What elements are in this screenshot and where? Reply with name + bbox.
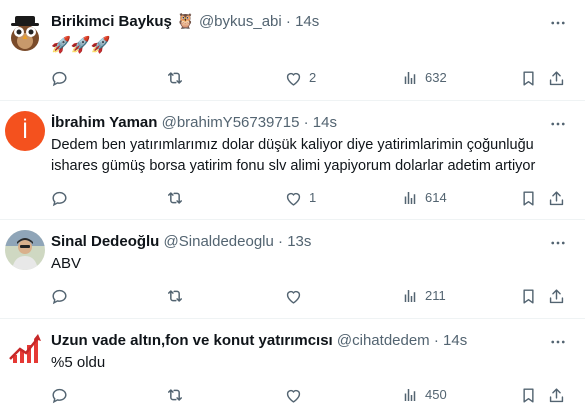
reply-icon [50,69,69,88]
views-icon [401,386,419,404]
owl-avatar[interactable] [5,12,45,52]
share-button[interactable] [547,384,566,406]
author-handle[interactable]: @Sinaldedeoglu [164,233,274,250]
bookmark-button[interactable] [519,384,538,406]
views-count: 211 [425,288,446,303]
tweet-text: %5 oldu [51,354,106,371]
bookmark-icon [519,189,538,208]
like-button[interactable] [284,285,309,307]
tweet-text: Dedem ben yatırımlarımız dolar düşük kal… [51,137,536,174]
like-icon [284,189,303,208]
more-icon[interactable] [548,114,568,134]
retweet-icon [165,188,185,208]
views-icon [401,189,419,207]
retweet-button[interactable] [165,187,185,209]
tweet[interactable]: Sinal Dedeoğlu @Sinaldedeoglu · 13s ABV … [0,220,585,318]
separator-dot: · [303,114,309,131]
share-icon [547,386,566,405]
author-name[interactable]: Birikimci Baykuş [51,13,172,30]
reply-icon [50,386,69,405]
photo-avatar[interactable] [5,230,45,270]
retweet-button[interactable] [165,384,185,406]
views-button[interactable]: 450 [401,384,447,406]
retweet-icon [165,286,185,306]
share-icon [547,287,566,306]
timestamp[interactable]: 13s [287,233,311,250]
reply-icon [50,287,69,306]
separator-dot: · [285,13,291,30]
tweet[interactable]: Birikimci Baykuş 🦉 @bykus_abi · 14s 🚀🚀🚀 … [0,0,585,100]
bookmark-icon [519,69,538,88]
reply-button[interactable] [50,187,69,209]
chart-avatar[interactable] [5,329,45,369]
bookmark-button[interactable] [519,187,538,209]
like-icon [284,69,303,88]
bookmark-icon [519,386,538,405]
like-button[interactable] [284,384,309,406]
tweet-text: 🚀🚀🚀 [51,37,111,54]
timestamp[interactable]: 14s [313,114,337,131]
retweet-icon [165,385,185,405]
reply-button[interactable] [50,67,69,89]
reply-button[interactable] [50,285,69,307]
like-count: 1 [309,190,317,205]
retweet-icon [165,68,185,88]
share-button[interactable] [547,67,566,89]
retweet-button[interactable] [165,67,185,89]
share-icon [547,189,566,208]
reply-button[interactable] [50,384,69,406]
tweet[interactable]: Uzun vade altın,fon ve konut yatırımcısı… [0,319,585,418]
share-button[interactable] [547,187,566,209]
author-handle[interactable]: @cihatdedem [337,332,430,349]
views-count: 632 [425,70,447,85]
tweet[interactable]: İ İbrahim Yaman @brahimY56739715 · 14s D… [0,101,585,219]
like-button[interactable]: 1 [284,187,316,209]
retweet-button[interactable] [165,285,185,307]
views-icon [401,287,419,305]
reply-icon [50,189,69,208]
author-name[interactable]: İbrahim Yaman [51,114,157,131]
owl-emoji: 🦉 [176,13,195,30]
timestamp[interactable]: 14s [443,332,467,349]
views-count: 614 [425,190,447,205]
separator-dot: · [433,332,439,349]
views-button[interactable]: 211 [401,285,446,307]
views-icon [401,69,419,87]
timestamp[interactable]: 14s [295,13,319,30]
views-count: 450 [425,387,447,402]
author-name[interactable]: Uzun vade altın,fon ve konut yatırımcısı [51,332,333,349]
like-button[interactable]: 2 [284,67,316,89]
bookmark-button[interactable] [519,285,538,307]
author-name[interactable]: Sinal Dedeoğlu [51,233,159,250]
avatar-letter: İ [21,118,29,143]
views-button[interactable]: 632 [401,67,447,89]
share-button[interactable] [547,285,566,307]
bookmark-icon [519,287,538,306]
share-icon [547,69,566,88]
more-icon[interactable] [548,233,568,253]
like-icon [284,386,303,405]
tweet-text: ABV [51,255,82,272]
like-icon [284,287,303,306]
views-button[interactable]: 614 [401,187,447,209]
bookmark-button[interactable] [519,67,538,89]
separator-dot: · [278,233,284,250]
letter-avatar[interactable]: İ [5,111,45,151]
author-handle[interactable]: @bykus_abi [199,13,282,30]
more-icon[interactable] [548,13,568,33]
author-handle[interactable]: @brahimY56739715 [162,114,300,131]
more-icon[interactable] [548,332,568,352]
like-count: 2 [309,70,317,85]
